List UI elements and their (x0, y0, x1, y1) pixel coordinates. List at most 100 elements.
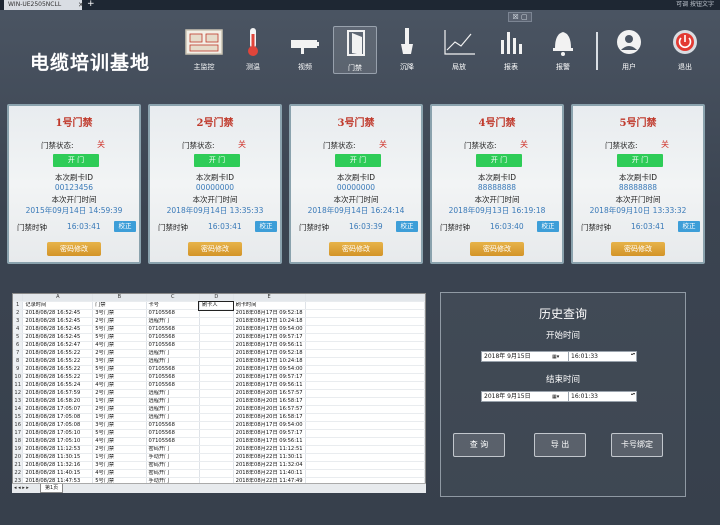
column-header[interactable]: 刷卡人 (198, 300, 235, 311)
empty-cell[interactable] (305, 437, 425, 446)
empty-cell[interactable] (305, 469, 425, 478)
table-cell[interactable]: 2018年08月17日 09:52:18 (233, 309, 306, 318)
table-cell[interactable]: 1号门禁 (92, 413, 147, 422)
calibrate-button[interactable]: 校正 (114, 221, 136, 232)
table-cell[interactable] (199, 341, 234, 350)
table-cell[interactable] (199, 413, 234, 422)
row-number[interactable]: 4 (13, 325, 24, 334)
table-cell[interactable] (199, 469, 234, 478)
end-datetime-picker[interactable]: 2018年 9月15日 ▦▾ 16:01:33 ▴▾ (481, 391, 637, 402)
table-cell[interactable]: 密码开门 (146, 469, 200, 478)
table-cell[interactable]: 2018年08月22日 11:40:11 (233, 469, 306, 478)
table-cell[interactable] (199, 325, 234, 334)
table-cell[interactable]: 4号门禁 (92, 437, 147, 446)
empty-cell[interactable] (305, 429, 425, 438)
open-door-button[interactable]: 开 门 (194, 154, 240, 167)
row-number[interactable]: 15 (13, 413, 24, 422)
table-cell[interactable]: 密码开门 (146, 445, 200, 454)
table-cell[interactable] (199, 333, 234, 342)
table-cell[interactable]: 2018/08/28 11:12:53 (22, 445, 94, 454)
calibrate-button[interactable]: 校正 (255, 221, 277, 232)
table-cell[interactable]: 2018年08月22日 11:32:04 (233, 461, 306, 470)
table-cell[interactable] (199, 381, 234, 390)
table-cell[interactable]: 4号门禁 (92, 381, 147, 390)
table-cell[interactable]: 2018年08月20日 16:57:57 (233, 389, 306, 398)
row-number[interactable]: 2 (13, 309, 24, 318)
table-cell[interactable]: 密码开门 (146, 461, 200, 470)
table-cell[interactable] (199, 357, 234, 366)
table-cell[interactable]: 5号门禁 (92, 429, 147, 438)
table-cell[interactable]: 远程开门 (146, 349, 200, 358)
table-cell[interactable]: 远程开门 (146, 397, 200, 406)
calendar-dropdown-icon[interactable]: ▦▾ (552, 352, 559, 362)
empty-cell[interactable] (305, 461, 425, 470)
table-cell[interactable]: 2018/08/28 11:40:15 (22, 469, 94, 478)
calibrate-button[interactable]: 校正 (396, 221, 418, 232)
empty-cell[interactable] (305, 349, 425, 358)
table-cell[interactable]: 3号门禁 (92, 309, 147, 318)
table-cell[interactable]: 2号门禁 (92, 405, 147, 414)
table-cell[interactable]: 2018年08月17日 09:57:17 (233, 373, 306, 382)
open-door-button[interactable]: 开 门 (476, 154, 522, 167)
change-password-button[interactable]: 密码修改 (47, 242, 101, 256)
table-cell[interactable]: 2号门禁 (92, 389, 147, 398)
table-cell[interactable] (199, 317, 234, 326)
row-number[interactable]: 9 (13, 365, 24, 374)
table-cell[interactable] (199, 309, 234, 318)
table-cell[interactable]: 2018年08月17日 09:56:11 (233, 341, 306, 350)
table-cell[interactable]: 远程开门 (146, 357, 200, 366)
export-button[interactable]: 导 出 (534, 433, 586, 457)
table-cell[interactable]: 07105568 (146, 373, 200, 382)
empty-cell[interactable] (305, 381, 425, 390)
table-cell[interactable]: 07105568 (146, 437, 200, 446)
table-cell[interactable]: 2018/08/28 17:05:10 (22, 437, 94, 446)
table-cell[interactable]: 2018年08月22日 11:30:11 (233, 453, 306, 462)
nav-exit[interactable]: 退出 (663, 26, 707, 74)
row-number[interactable]: 14 (13, 405, 24, 414)
empty-cell[interactable] (305, 445, 425, 454)
table-cell[interactable]: 07105568 (146, 325, 200, 334)
table-cell[interactable]: 2018年08月17日 09:57:17 (233, 429, 306, 438)
row-number[interactable]: 3 (13, 317, 24, 326)
row-number[interactable]: 1 (13, 301, 24, 310)
column-header[interactable]: 刷卡时间 (233, 301, 306, 310)
column-letter[interactable]: D (199, 294, 234, 302)
table-cell[interactable]: 2018/08/28 16:55:22 (22, 357, 94, 366)
table-cell[interactable] (199, 389, 234, 398)
table-cell[interactable] (199, 429, 234, 438)
table-cell[interactable] (199, 421, 234, 430)
table-cell[interactable]: 2018/08/28 16:52:47 (22, 341, 94, 350)
table-cell[interactable]: 2018/08/28 17:05:10 (22, 429, 94, 438)
table-cell[interactable] (199, 437, 234, 446)
table-cell[interactable]: 3号门禁 (92, 461, 147, 470)
row-number[interactable]: 5 (13, 333, 24, 342)
nav-video[interactable]: 视频 (283, 26, 327, 74)
table-cell[interactable]: 远程开门 (146, 405, 200, 414)
table-cell[interactable]: 手动开门 (146, 453, 200, 462)
empty-cell[interactable] (305, 405, 425, 414)
empty-cell[interactable] (305, 373, 425, 382)
empty-cell[interactable] (305, 333, 425, 342)
sheet-tab[interactable]: 第1页 (40, 484, 64, 493)
table-cell[interactable]: 5号门禁 (92, 325, 147, 334)
table-cell[interactable]: 2018/08/28 11:32:16 (22, 461, 94, 470)
empty-cell[interactable] (305, 365, 425, 374)
table-cell[interactable]: 2018/08/28 17:05:07 (22, 405, 94, 414)
table-cell[interactable]: 2018/08/28 16:52:45 (22, 325, 94, 334)
row-number[interactable]: 7 (13, 349, 24, 358)
empty-cell[interactable] (305, 421, 425, 430)
row-number[interactable]: 18 (13, 437, 24, 446)
open-door-button[interactable]: 开 门 (335, 154, 381, 167)
table-cell[interactable] (199, 405, 234, 414)
table-cell[interactable]: 2018/08/28 16:55:22 (22, 365, 94, 374)
table-cell[interactable]: 2018/08/28 16:52:45 (22, 309, 94, 318)
column-letter[interactable]: C (146, 294, 200, 302)
empty-cell[interactable] (305, 317, 425, 326)
table-cell[interactable]: 2018年08月22日 11:12:51 (233, 445, 306, 454)
column-header[interactable]: 门禁 (92, 301, 147, 310)
calibrate-button[interactable]: 校正 (678, 221, 700, 232)
row-number[interactable]: 11 (13, 381, 24, 390)
table-cell[interactable]: 2018/08/28 16:57:59 (22, 389, 94, 398)
table-cell[interactable]: 2号门禁 (92, 445, 147, 454)
change-password-button[interactable]: 密码修改 (611, 242, 665, 256)
